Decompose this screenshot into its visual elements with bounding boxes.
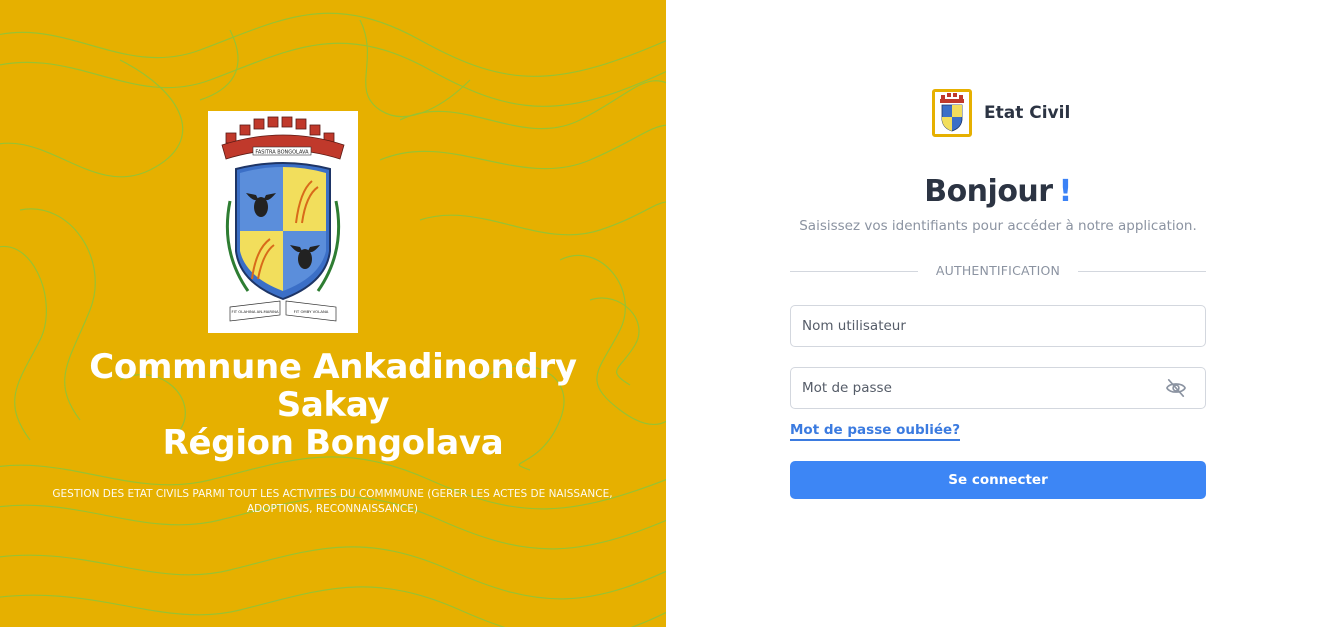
username-field[interactable] xyxy=(790,305,1206,347)
commune-title: Commnune Ankadinondry Sakay Région Bongo… xyxy=(0,348,666,462)
crest-logo-icon xyxy=(932,89,972,137)
crest-ribbon-left: FIT OLAHINA AN-MARINA xyxy=(231,309,279,314)
auth-divider: AUTHENTIFICATION xyxy=(790,262,1206,280)
commune-title-line-1: Commnune Ankadinondry xyxy=(89,347,577,387)
divider-line-right xyxy=(1078,271,1206,272)
brand-header: Etat Civil xyxy=(932,89,1070,137)
greeting-heading: Bonjour! xyxy=(790,174,1206,209)
commune-title-line-3: Région Bongolava xyxy=(162,423,504,463)
brand-name: Etat Civil xyxy=(984,103,1071,123)
left-hero-panel: FASITRA BONGOLAVA FIT OLAHINA AN-MARINA … xyxy=(0,0,666,627)
commune-title-line-2: Sakay xyxy=(276,385,390,425)
eye-off-icon[interactable] xyxy=(1165,378,1187,398)
commune-description: GESTION DES ETAT CIVILS PARMI TOUT LES A… xyxy=(52,488,613,515)
password-field[interactable] xyxy=(790,367,1206,409)
username-input[interactable] xyxy=(791,306,1151,346)
login-subtitle: Saisissez vos identifiants pour accéder … xyxy=(799,218,1197,234)
password-input[interactable] xyxy=(791,368,1151,408)
login-button[interactable]: Se connecter xyxy=(790,461,1206,499)
crest-ribbon-right: FIT OMBY VOLANA xyxy=(294,309,329,314)
login-panel: Etat Civil Bonjour! Saisissez vos identi… xyxy=(666,0,1331,627)
greeting-mark: ! xyxy=(1058,174,1073,209)
crest-banner-text: FASITRA BONGOLAVA xyxy=(255,150,309,156)
commune-crest-image: FASITRA BONGOLAVA FIT OLAHINA AN-MARINA … xyxy=(208,111,358,333)
greeting-text: Bonjour xyxy=(924,174,1053,209)
forgot-password-link[interactable]: Mot de passe oubliée? xyxy=(790,422,961,441)
